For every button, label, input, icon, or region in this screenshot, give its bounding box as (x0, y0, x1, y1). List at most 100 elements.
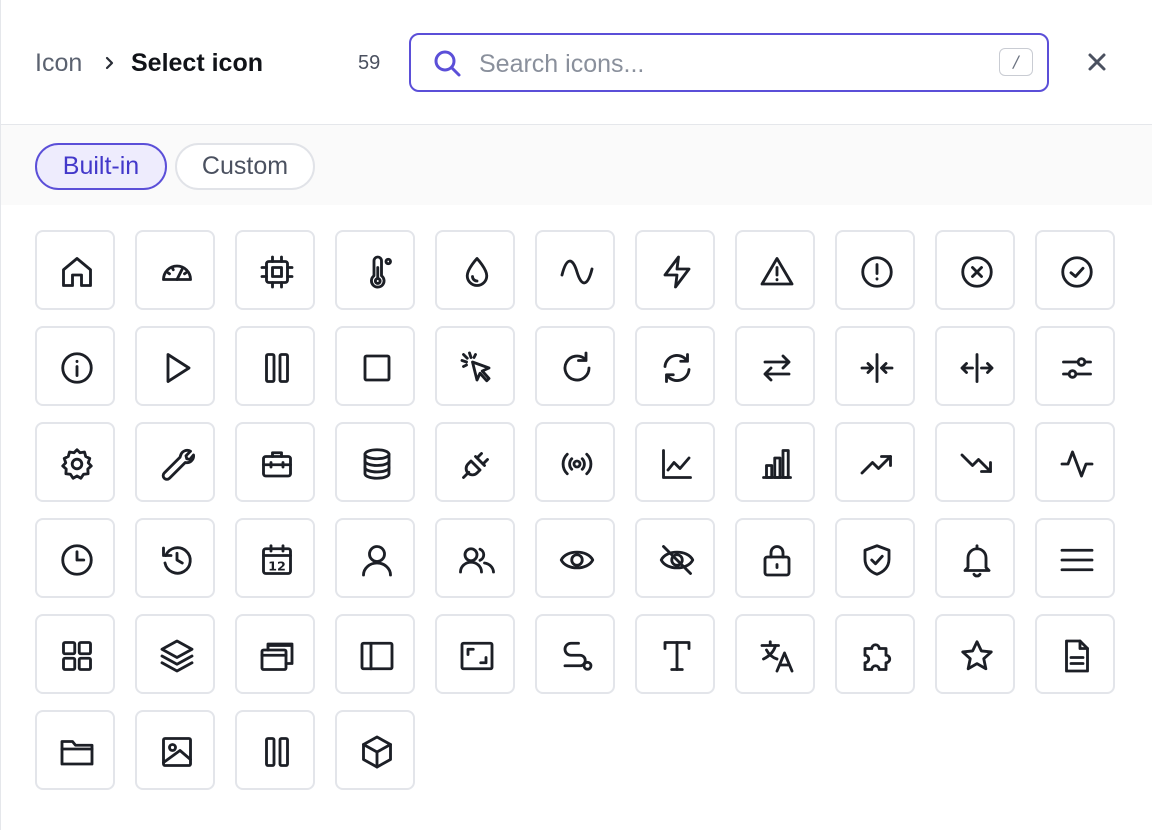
icon-tile[interactable] (935, 422, 1015, 502)
icon-tile[interactable] (335, 422, 415, 502)
icon-tile[interactable] (535, 230, 615, 310)
icon-tile[interactable] (335, 710, 415, 790)
square-icon (363, 354, 391, 382)
icon-tile[interactable] (835, 614, 915, 694)
tabs-bar: Built-in Custom (1, 125, 1152, 205)
icon-tile[interactable] (635, 614, 715, 694)
sliders-icon (1062, 357, 1092, 379)
icon-tile[interactable] (435, 614, 515, 694)
icon-tile[interactable] (35, 326, 115, 406)
bar-chart-icon (762, 449, 792, 479)
icon-tile[interactable] (135, 518, 215, 598)
shield-check-icon (863, 544, 891, 576)
icon-tile[interactable] (435, 230, 515, 310)
sidebar-icon (360, 641, 394, 671)
alert-triangle-icon (760, 257, 794, 286)
icon-tile[interactable] (735, 614, 815, 694)
tab-built-in[interactable]: Built-in (35, 143, 167, 190)
icon-tile[interactable] (635, 422, 715, 502)
icon-tile[interactable] (135, 614, 215, 694)
home-icon (62, 257, 92, 287)
icon-tile[interactable] (735, 422, 815, 502)
icon-tile[interactable] (935, 614, 1015, 694)
icon-tile[interactable] (1035, 614, 1115, 694)
check-circle-icon (1061, 256, 1093, 288)
icon-tile[interactable] (435, 518, 515, 598)
route-icon (563, 641, 593, 671)
search-input[interactable] (477, 45, 981, 83)
icon-tile[interactable] (435, 326, 515, 406)
icon-tile[interactable] (335, 230, 415, 310)
icon-tile[interactable] (535, 518, 615, 598)
arrows-left-right-icon (763, 354, 791, 382)
icon-tile[interactable] (935, 518, 1015, 598)
icon-tile[interactable] (35, 614, 115, 694)
icon-tile[interactable] (1035, 326, 1115, 406)
file-text-icon (1065, 639, 1089, 673)
breadcrumb-current: Select icon (131, 49, 263, 77)
puzzle-icon (863, 643, 892, 671)
image-icon (162, 737, 192, 767)
icon-tile[interactable] (35, 422, 115, 502)
icon-tile[interactable] (1035, 422, 1115, 502)
icon-tile[interactable] (835, 230, 915, 310)
breadcrumb-root[interactable]: Icon (35, 48, 82, 78)
icon-tile[interactable] (635, 230, 715, 310)
cursor-click-icon (460, 351, 491, 383)
icon-tile[interactable] (535, 614, 615, 694)
icon-tile[interactable] (735, 518, 815, 598)
icon-tile[interactable] (35, 230, 115, 310)
icon-tile[interactable] (135, 422, 215, 502)
icon-tile[interactable] (435, 422, 515, 502)
icon-tile[interactable] (235, 710, 315, 790)
icon-tile[interactable]: 12 (235, 518, 315, 598)
icon-tile[interactable] (235, 230, 315, 310)
icon-tile[interactable] (335, 614, 415, 694)
briefcase-icon (262, 451, 292, 478)
icon-tile[interactable] (535, 422, 615, 502)
icon-tile[interactable] (835, 422, 915, 502)
icon-tile[interactable] (235, 326, 315, 406)
settings-icon (61, 448, 93, 480)
icon-tile[interactable] (935, 326, 1015, 406)
icon-tile[interactable] (135, 326, 215, 406)
layers-icon (160, 639, 194, 673)
icon-tile[interactable] (735, 326, 815, 406)
icon-tile[interactable] (535, 326, 615, 406)
users-icon (459, 547, 495, 574)
icon-tile[interactable] (835, 518, 915, 598)
cpu-icon (260, 255, 294, 289)
icon-tile[interactable] (35, 518, 115, 598)
icon-tile[interactable] (235, 422, 315, 502)
icon-tile[interactable] (235, 614, 315, 694)
icon-tile[interactable] (135, 710, 215, 790)
icon-tile[interactable] (935, 230, 1015, 310)
icon-grid: 12 (35, 230, 1135, 810)
trending-down-icon (960, 453, 992, 473)
clock-icon (61, 544, 93, 576)
type-icon (663, 641, 691, 671)
history-icon (162, 546, 192, 575)
tab-custom[interactable]: Custom (175, 143, 315, 190)
icon-tile[interactable] (735, 230, 815, 310)
languages-icon (760, 640, 794, 673)
menu-icon (1060, 548, 1094, 572)
icon-tile[interactable] (335, 518, 415, 598)
search-box[interactable]: / (409, 33, 1049, 92)
database-icon (363, 448, 391, 480)
icon-tile[interactable] (135, 230, 215, 310)
grid-icon (62, 641, 92, 671)
line-chart-icon (662, 449, 692, 479)
close-icon[interactable] (1081, 46, 1113, 78)
icon-tile[interactable] (35, 710, 115, 790)
thermometer-icon (370, 255, 392, 289)
bell-icon (963, 544, 991, 578)
icon-tile[interactable] (1035, 230, 1115, 310)
star-icon (961, 640, 993, 671)
icon-tile[interactable] (635, 326, 715, 406)
icon-tile[interactable] (835, 326, 915, 406)
icon-tile[interactable] (335, 326, 415, 406)
icon-tile[interactable] (1035, 518, 1115, 598)
info-icon (61, 352, 93, 384)
icon-tile[interactable] (635, 518, 715, 598)
